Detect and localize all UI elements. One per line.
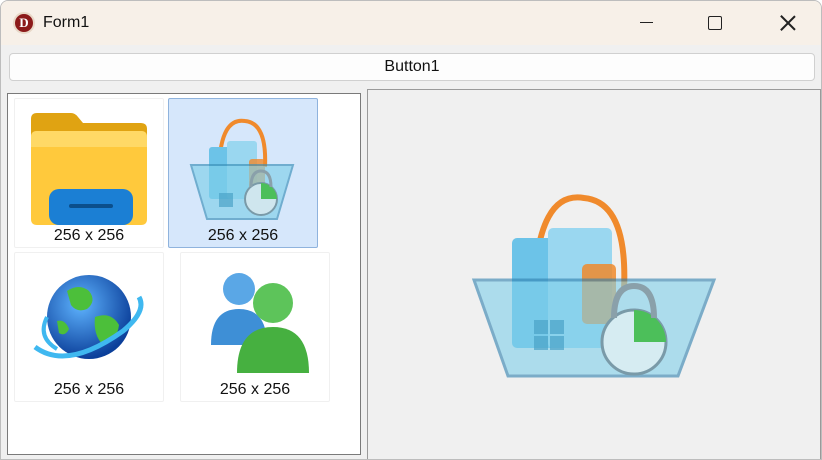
delphi-app-icon: D bbox=[13, 12, 35, 34]
list-item[interactable]: 256 x 256 bbox=[14, 252, 164, 402]
item-label: 256 x 256 bbox=[53, 381, 125, 398]
maximize-button[interactable] bbox=[681, 1, 747, 45]
list-item[interactable]: 256 x 256 bbox=[180, 252, 330, 402]
list-item[interactable]: 256 x 256 bbox=[168, 98, 318, 248]
minimize-icon bbox=[640, 22, 653, 23]
maximize-icon bbox=[708, 16, 722, 30]
title-bar[interactable]: D Form1 bbox=[1, 1, 821, 45]
basket-icon bbox=[471, 194, 717, 378]
close-button[interactable] bbox=[753, 1, 819, 45]
minimize-button[interactable] bbox=[613, 1, 679, 45]
window-title: Form1 bbox=[43, 14, 90, 31]
button1[interactable]: Button1 bbox=[9, 53, 815, 81]
image-listview[interactable]: 256 x 256 256 x 256 256 x 256 256 x 256 bbox=[7, 93, 361, 455]
globe-icon bbox=[33, 275, 144, 359]
item-label: 256 x 256 bbox=[207, 227, 279, 244]
item-label: 256 x 256 bbox=[53, 227, 125, 244]
folder-icon bbox=[31, 113, 147, 225]
users-icon bbox=[211, 273, 309, 373]
form1-window: D Form1 Button1 256 x 256 256 x 256 256 … bbox=[0, 0, 822, 460]
item-label: 256 x 256 bbox=[219, 381, 291, 398]
image-preview-panel bbox=[367, 89, 821, 459]
list-item[interactable]: 256 x 256 bbox=[14, 98, 164, 248]
basket-icon bbox=[189, 118, 295, 220]
close-icon bbox=[779, 14, 797, 32]
